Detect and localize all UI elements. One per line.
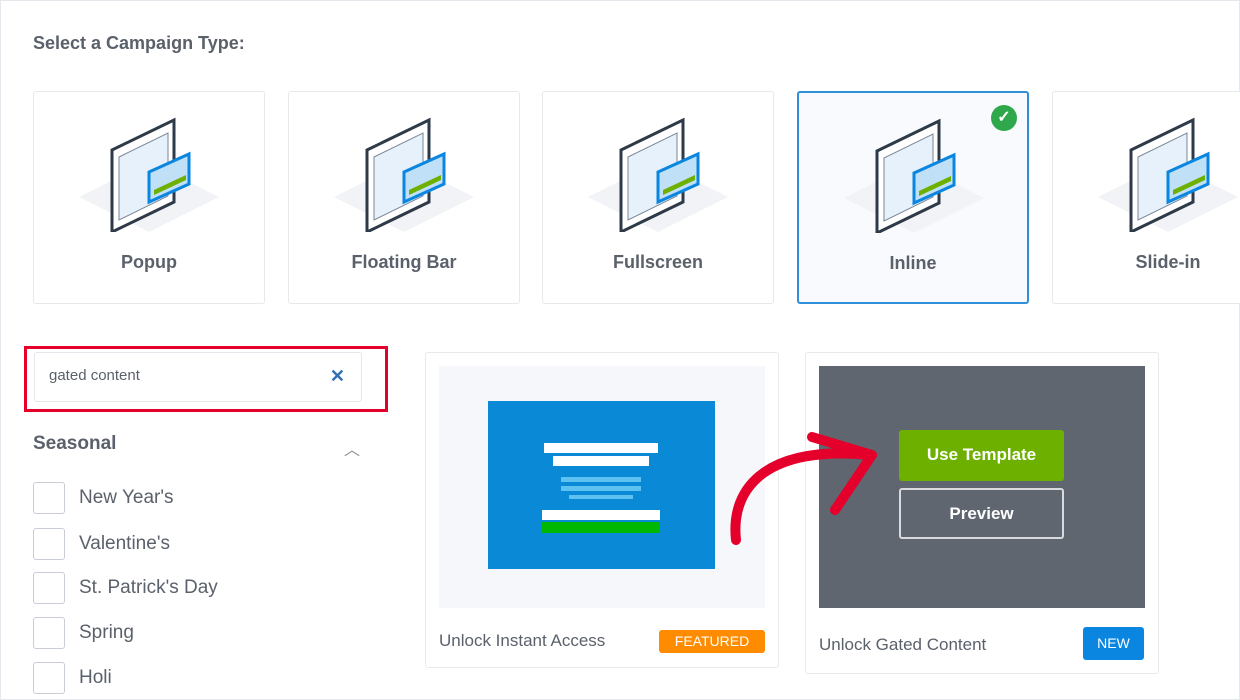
slide-in-illustration-icon	[1098, 117, 1238, 232]
featured-badge: FEATURED	[659, 630, 765, 653]
filter-checkbox[interactable]	[33, 662, 65, 694]
campaign-type-label: Slide-in	[1135, 252, 1201, 272]
page-title: Select a Campaign Type:	[33, 33, 245, 53]
template-name: Unlock Gated Content	[819, 635, 987, 654]
search-input[interactable]	[49, 367, 319, 384]
filter-checkbox[interactable]	[33, 617, 65, 649]
filter-checkbox[interactable]	[33, 482, 65, 514]
popup-illustration-icon	[79, 117, 219, 232]
search-highlight: ✕	[24, 346, 388, 412]
campaign-type-floating-bar[interactable]: Floating Bar	[288, 91, 520, 304]
filter-label[interactable]: St. Patrick's Day	[79, 577, 218, 599]
filter-label[interactable]: Valentine's	[79, 533, 170, 555]
campaign-type-label: Fullscreen	[612, 252, 704, 272]
search-input-box[interactable]: ✕	[34, 352, 362, 402]
campaign-type-slide-in[interactable]: Slide-in	[1052, 91, 1240, 304]
filter-label[interactable]: Spring	[79, 622, 134, 644]
filter-checkbox[interactable]	[33, 528, 65, 560]
filter-section-title: Seasonal	[33, 433, 117, 454]
filter-checkbox[interactable]	[33, 572, 65, 604]
inline-illustration-icon	[844, 118, 984, 233]
chevron-up-icon[interactable]: ︿	[344, 436, 360, 460]
use-template-button[interactable]: Use Template	[899, 430, 1064, 481]
annotation-arrow	[730, 432, 877, 545]
fullscreen-illustration-icon	[588, 117, 728, 232]
campaign-type-label: Popup	[121, 252, 177, 272]
campaign-type-inline[interactable]: Inline ✓	[797, 91, 1029, 304]
check-icon: ✓	[991, 105, 1017, 131]
template-name: Unlock Instant Access	[439, 631, 606, 650]
floating-bar-illustration-icon	[334, 117, 474, 232]
new-badge: NEW	[1083, 627, 1144, 660]
close-icon[interactable]: ✕	[330, 366, 345, 387]
filter-label[interactable]: New Year's	[79, 487, 173, 509]
campaign-type-label: Inline	[889, 253, 937, 273]
campaign-type-label: Floating Bar	[351, 252, 457, 272]
template-preview[interactable]	[439, 366, 765, 608]
campaign-type-fullscreen[interactable]: Fullscreen	[542, 91, 774, 304]
preview-graphic	[488, 401, 715, 569]
preview-button[interactable]: Preview	[899, 488, 1064, 539]
filter-label[interactable]: Holi	[79, 667, 112, 689]
campaign-type-popup[interactable]: Popup	[33, 91, 265, 304]
